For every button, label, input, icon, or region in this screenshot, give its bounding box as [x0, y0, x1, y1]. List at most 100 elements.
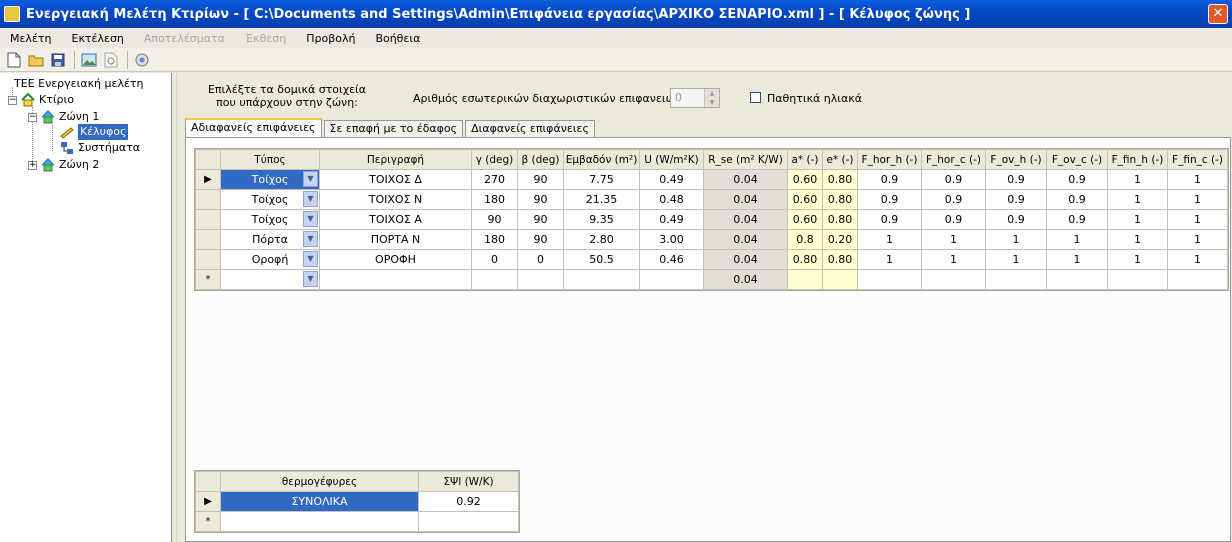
tree-node-building[interactable]: − Κτίριο — [8, 92, 74, 108]
grid-col-header[interactable]: F_hor_c (-) — [921, 149, 986, 170]
table-row[interactable]: Οροφή ▼ ΟΡΟΦΗ 0 0 50.5 0.46 0.04 0.80 0.80 1 1 1 1 1 1 — [195, 249, 1228, 270]
tree-node-zone2[interactable]: + Ζώνη 2 — [28, 157, 99, 173]
grid-cell[interactable]: 0.46 — [639, 249, 704, 270]
type-combo-cell[interactable]: Οροφή ▼ — [220, 249, 320, 270]
grid-col-header[interactable]: e* (-) — [822, 149, 858, 170]
grid-cell[interactable]: 270 — [471, 169, 518, 190]
grid-cell[interactable]: 180 — [471, 229, 518, 250]
row-header[interactable]: ▶ — [195, 169, 221, 190]
grid-cell[interactable]: 7.75 — [563, 169, 640, 190]
grid-cell[interactable]: 180 — [471, 189, 518, 210]
grid-cell[interactable]: 0.9 — [857, 169, 922, 190]
grid-cell[interactable]: 2.80 — [563, 229, 640, 250]
table-row[interactable]: Τοίχος ▼ ΤΟΙΧΟΣ Ν 180 90 21.35 0.48 0.04 0.60 0.8… — [195, 189, 1228, 210]
chevron-down-icon[interactable]: ▼ — [303, 251, 318, 267]
grid-cell[interactable]: 1 — [1107, 169, 1168, 190]
type-combo-cell[interactable]: Πόρτα ▼ — [220, 229, 320, 250]
open-folder-icon[interactable] — [26, 50, 46, 70]
table-row[interactable]: ▶ Τοίχος ▼ ΤΟΙΧΟΣ Δ 270 90 7.75 0.49 0.04 0.60 0.8… — [195, 169, 1228, 190]
chevron-down-icon[interactable]: ▼ — [303, 211, 318, 227]
bridges-cell-psi[interactable] — [418, 511, 519, 532]
grid-cell[interactable]: 0.9 — [985, 169, 1047, 190]
bridges-col-name[interactable]: θερμογέφυρες — [220, 471, 419, 492]
grid-cell[interactable]: 90 — [517, 189, 564, 210]
grid-cell[interactable]: 0.49 — [639, 209, 704, 230]
grid-cell[interactable]: 0.60 — [787, 209, 823, 230]
grid-cell[interactable]: 0.48 — [639, 189, 704, 210]
grid-cell[interactable]: 0.9 — [857, 189, 922, 210]
grid-cell[interactable]: ΠΟΡΤΑ Ν — [319, 229, 472, 250]
settings-icon[interactable] — [132, 50, 152, 70]
grid-cell[interactable] — [319, 269, 472, 290]
print-preview-icon[interactable] — [101, 50, 121, 70]
grid-cell[interactable]: 1 — [921, 249, 986, 270]
grid-col-header[interactable]: F_hor_h (-) — [857, 149, 922, 170]
grid-cell[interactable] — [787, 269, 823, 290]
grid-cell[interactable] — [822, 269, 858, 290]
grid-cell[interactable]: 50.5 — [563, 249, 640, 270]
grid-cell[interactable]: 0.60 — [787, 169, 823, 190]
grid-cell[interactable]: 1 — [1107, 189, 1168, 210]
tab-opaque[interactable]: Αδιαφανείς επιφάνειες — [185, 118, 322, 139]
grid-cell[interactable] — [563, 269, 640, 290]
grid-cell[interactable]: 0.9 — [921, 209, 986, 230]
grid-cell[interactable]: 0.80 — [822, 249, 858, 270]
menu-results[interactable]: Αποτελέσματα — [134, 32, 235, 45]
row-header[interactable] — [195, 249, 221, 270]
save-icon[interactable] — [48, 50, 68, 70]
grid-cell[interactable]: 21.35 — [563, 189, 640, 210]
image-icon[interactable] — [79, 50, 99, 70]
close-button[interactable]: ✕ — [1208, 4, 1228, 24]
tab-ground[interactable]: Σε επαφή με το έδαφος — [323, 120, 464, 138]
menu-run[interactable]: Εκτέλεση — [62, 32, 134, 45]
bridges-col-psi[interactable]: ΣΨl (W/K) — [418, 471, 519, 492]
grid-cell[interactable]: 0.04 — [703, 249, 788, 270]
grid-cell[interactable]: 0.9 — [1046, 189, 1108, 210]
table-row[interactable]: Πόρτα ▼ ΠΟΡΤΑ Ν 180 90 2.80 3.00 0.04 0.8 0.20 1 1 1… — [195, 229, 1228, 250]
expand-icon[interactable]: + — [28, 160, 37, 170]
grid-cell[interactable]: 0 — [471, 249, 518, 270]
grid-col-header[interactable]: Περιγραφή — [319, 149, 472, 170]
tree-node-envelope[interactable]: Κέλυφος — [60, 124, 129, 140]
grid-cell[interactable]: 0.80 — [787, 249, 823, 270]
grid-cell[interactable]: 90 — [517, 229, 564, 250]
row-header[interactable] — [195, 229, 221, 250]
grid-col-header[interactable]: Τύπος — [220, 149, 320, 170]
grid-cell[interactable]: 0.9 — [985, 209, 1047, 230]
grid-cell[interactable]: 9.35 — [563, 209, 640, 230]
grid-cell[interactable]: 0.04 — [703, 169, 788, 190]
grid-cell[interactable]: 1 — [1167, 209, 1228, 230]
grid-cell[interactable] — [639, 269, 704, 290]
grid-col-header[interactable]: F_fin_c (-) — [1167, 149, 1228, 170]
grid-cell[interactable]: ΟΡΟΦΗ — [319, 249, 472, 270]
grid-col-header[interactable]: Εμβαδόν (m²) — [563, 149, 640, 170]
grid-cell[interactable] — [1046, 269, 1108, 290]
grid-cell[interactable]: 1 — [1107, 229, 1168, 250]
grid-cell[interactable]: 0.80 — [822, 209, 858, 230]
grid-cell[interactable]: 1 — [1167, 189, 1228, 210]
grid-cell[interactable]: 1 — [1107, 249, 1168, 270]
grid-cell[interactable]: 0.9 — [857, 209, 922, 230]
new-row[interactable]: * ▼ 0.04 — [195, 269, 1228, 290]
row-header[interactable] — [195, 189, 221, 210]
grid-cell[interactable]: 0.8 — [787, 229, 823, 250]
grid-cell[interactable] — [517, 269, 564, 290]
grid-col-header[interactable]: β (deg) — [517, 149, 564, 170]
grid-cell[interactable]: 1 — [1167, 249, 1228, 270]
grid-cell[interactable]: 0.04 — [703, 209, 788, 230]
bridges-cell-name[interactable] — [220, 511, 419, 532]
bridges-cell-name[interactable]: ΣΥΝΟΛΙΚΑ — [220, 491, 419, 512]
collapse-icon[interactable]: − — [8, 95, 17, 105]
chevron-down-icon[interactable]: ▼ — [303, 231, 318, 247]
grid-cell[interactable]: ΤΟΙΧΟΣ Δ — [319, 169, 472, 190]
grid-col-header[interactable]: a* (-) — [787, 149, 823, 170]
grid-cell[interactable]: 1 — [857, 249, 922, 270]
chevron-down-icon[interactable]: ▼ — [303, 191, 318, 207]
grid-cell[interactable] — [985, 269, 1047, 290]
tree-node-systems[interactable]: Συστήματα — [60, 140, 140, 156]
table-row[interactable]: ▶ ΣΥΝΟΛΙΚΑ 0.92 — [195, 491, 519, 512]
grid-cell[interactable]: 0.9 — [985, 189, 1047, 210]
type-combo-cell[interactable]: Τοίχος ▼ — [220, 169, 320, 190]
partitions-spinner[interactable]: 0 ▲ ▼ — [670, 88, 720, 108]
grid-col-header[interactable]: F_ov_h (-) — [985, 149, 1047, 170]
